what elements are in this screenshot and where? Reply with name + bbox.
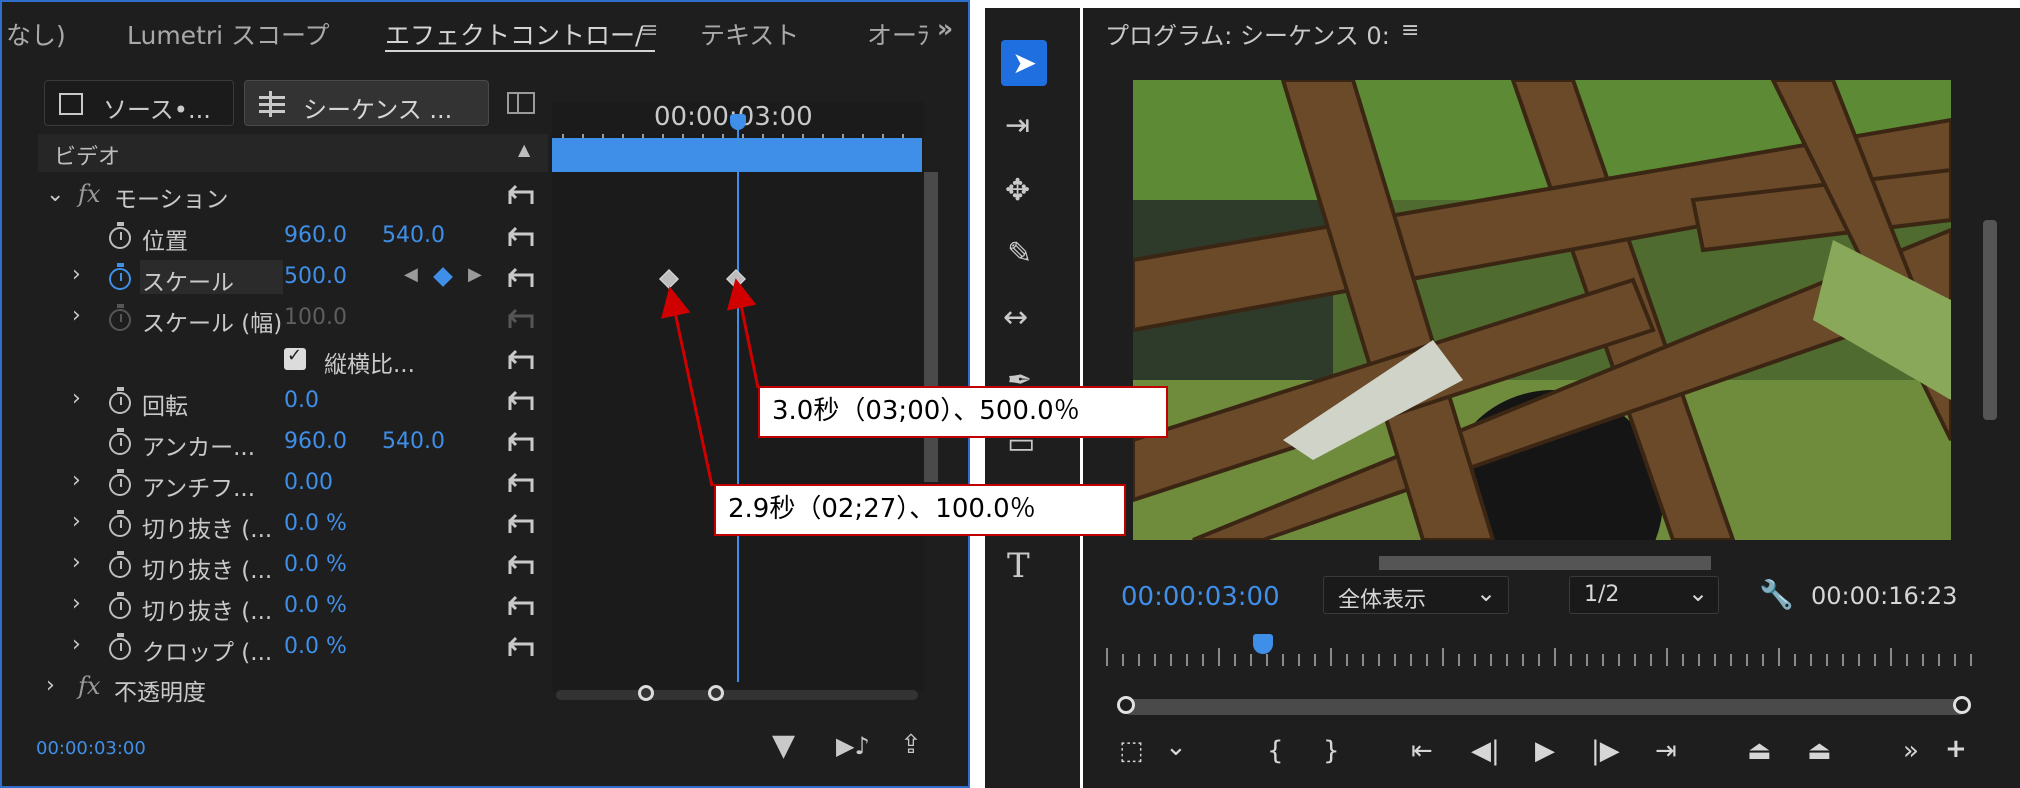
callout-keyframe-3s: 3.0秒（03;00）、500.0％ xyxy=(758,386,1168,438)
callout-keyframe-2-9s: 2.9秒（02;27）、100.0％ xyxy=(714,484,1126,536)
